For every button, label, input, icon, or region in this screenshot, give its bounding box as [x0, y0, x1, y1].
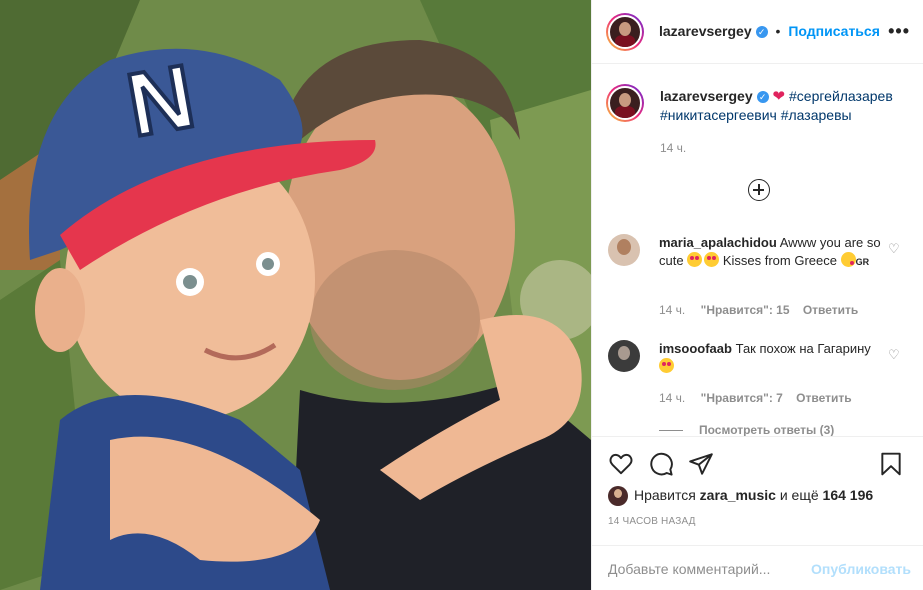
- comment-time[interactable]: 14 ч.: [659, 303, 685, 317]
- likes-summary: Нравится zara_music и ещё 164 196: [608, 485, 874, 507]
- comment-text: imsooofaab Так похож на Гагарину: [659, 340, 874, 376]
- bullet-separator: •: [775, 23, 781, 39]
- comment-input[interactable]: [608, 556, 808, 582]
- likes-count[interactable]: 164 196: [823, 487, 874, 503]
- comment-username[interactable]: imsooofaab: [659, 341, 732, 356]
- load-more-icon[interactable]: [748, 179, 770, 201]
- comment-meta: 14 ч. "Нравится": 15 Ответить: [659, 303, 858, 317]
- post-timestamp[interactable]: 14 ЧАСОВ НАЗАД: [608, 516, 696, 527]
- comments-area: lazarevsergey ✓ ❤ #сергейлазарев #никитас…: [592, 65, 923, 436]
- hashtag-link[interactable]: #сергейлазарев: [789, 88, 893, 104]
- post-footer: Нравится zara_music и ещё 164 196 14 ЧАС…: [592, 436, 923, 590]
- comment-meta: 14 ч. "Нравится": 7 Ответить: [659, 391, 852, 405]
- header-meta: lazarevsergey ✓ • Подписаться: [659, 22, 880, 40]
- comment-likes[interactable]: "Нравится": 7: [701, 391, 783, 405]
- heart-eyes-emoji: [659, 358, 674, 373]
- likes-middle: и ещё: [779, 487, 819, 503]
- liker-avatar[interactable]: [608, 486, 628, 507]
- heart-eyes-emoji: [704, 252, 720, 267]
- reply-button[interactable]: Ответить: [796, 391, 851, 405]
- flag-emoji: GR: [855, 257, 870, 267]
- caption-username[interactable]: lazarevsergey: [660, 88, 753, 104]
- heart-icon[interactable]: [608, 451, 634, 477]
- post-panel: lazarevsergey ✓ • Подписаться ••• lazarev…: [591, 0, 923, 590]
- comment-time[interactable]: 14 ч.: [659, 391, 685, 405]
- verified-icon: ✓: [755, 26, 768, 39]
- hashtag-link[interactable]: #лазаревы: [781, 107, 852, 123]
- view-replies-label: Посмотреть ответы (3): [699, 423, 835, 436]
- comment-body: Так похож на Гагарину: [735, 341, 871, 356]
- post-header: lazarevsergey ✓ • Подписаться •••: [592, 0, 923, 64]
- caption-text: lazarevsergey ✓ ❤ #сергейлазарев #никитас…: [660, 87, 900, 124]
- view-replies-button[interactable]: Посмотреть ответы (3): [659, 423, 834, 436]
- comment-avatar[interactable]: [608, 340, 640, 372]
- kiss-emoji: [840, 252, 856, 267]
- comment-likes[interactable]: "Нравится": 15: [701, 303, 790, 317]
- comment-icon[interactable]: [648, 451, 674, 477]
- more-icon[interactable]: •••: [888, 22, 910, 40]
- verified-icon: ✓: [756, 91, 769, 104]
- bookmark-icon[interactable]: [878, 451, 904, 477]
- comment-like-icon[interactable]: ♡: [888, 242, 900, 255]
- action-bar: [608, 451, 908, 477]
- author-avatar[interactable]: [606, 13, 644, 51]
- comment-username[interactable]: maria_apalachidou: [659, 235, 777, 250]
- publish-button[interactable]: Опубликовать: [811, 561, 911, 577]
- replies-divider: [659, 430, 683, 432]
- share-icon[interactable]: [688, 451, 714, 477]
- reply-button[interactable]: Ответить: [803, 303, 858, 317]
- follow-button[interactable]: Подписаться: [788, 23, 880, 39]
- comment-like-icon[interactable]: ♡: [888, 348, 900, 361]
- comment-avatar[interactable]: [608, 234, 640, 266]
- photo-illustration: N: [0, 0, 591, 590]
- comment-body: Kisses from Greece: [722, 253, 837, 268]
- comment-text: maria_apalachidou Awww you are so cute K…: [659, 234, 887, 271]
- caption-avatar[interactable]: [606, 84, 644, 122]
- author-username[interactable]: lazarevsergey: [659, 23, 752, 39]
- add-comment-bar: Опубликовать: [592, 545, 923, 590]
- hashtag-link[interactable]: #никитасергеевич: [660, 107, 777, 123]
- caption-time[interactable]: 14 ч.: [660, 141, 686, 155]
- heart-eyes-emoji: [687, 252, 703, 267]
- liker-username[interactable]: zara_music: [700, 487, 776, 503]
- post-photo[interactable]: N: [0, 0, 591, 590]
- heart-emoji: ❤: [772, 88, 786, 105]
- likes-prefix: Нравится: [634, 487, 696, 503]
